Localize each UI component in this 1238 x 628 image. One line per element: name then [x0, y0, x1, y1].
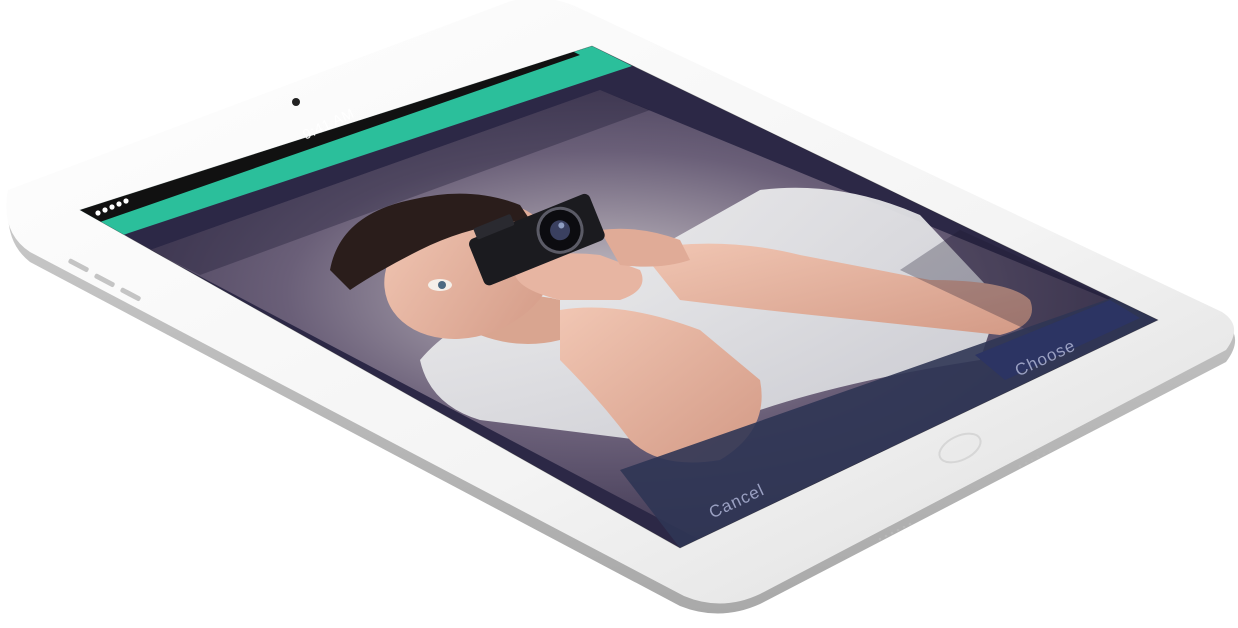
product-mockup-stage: 9:41 AM Cancel Choose	[0, 0, 1238, 628]
photo-iris	[438, 281, 446, 289]
ipad-device	[6, 0, 1236, 614]
front-camera-icon	[292, 98, 300, 106]
